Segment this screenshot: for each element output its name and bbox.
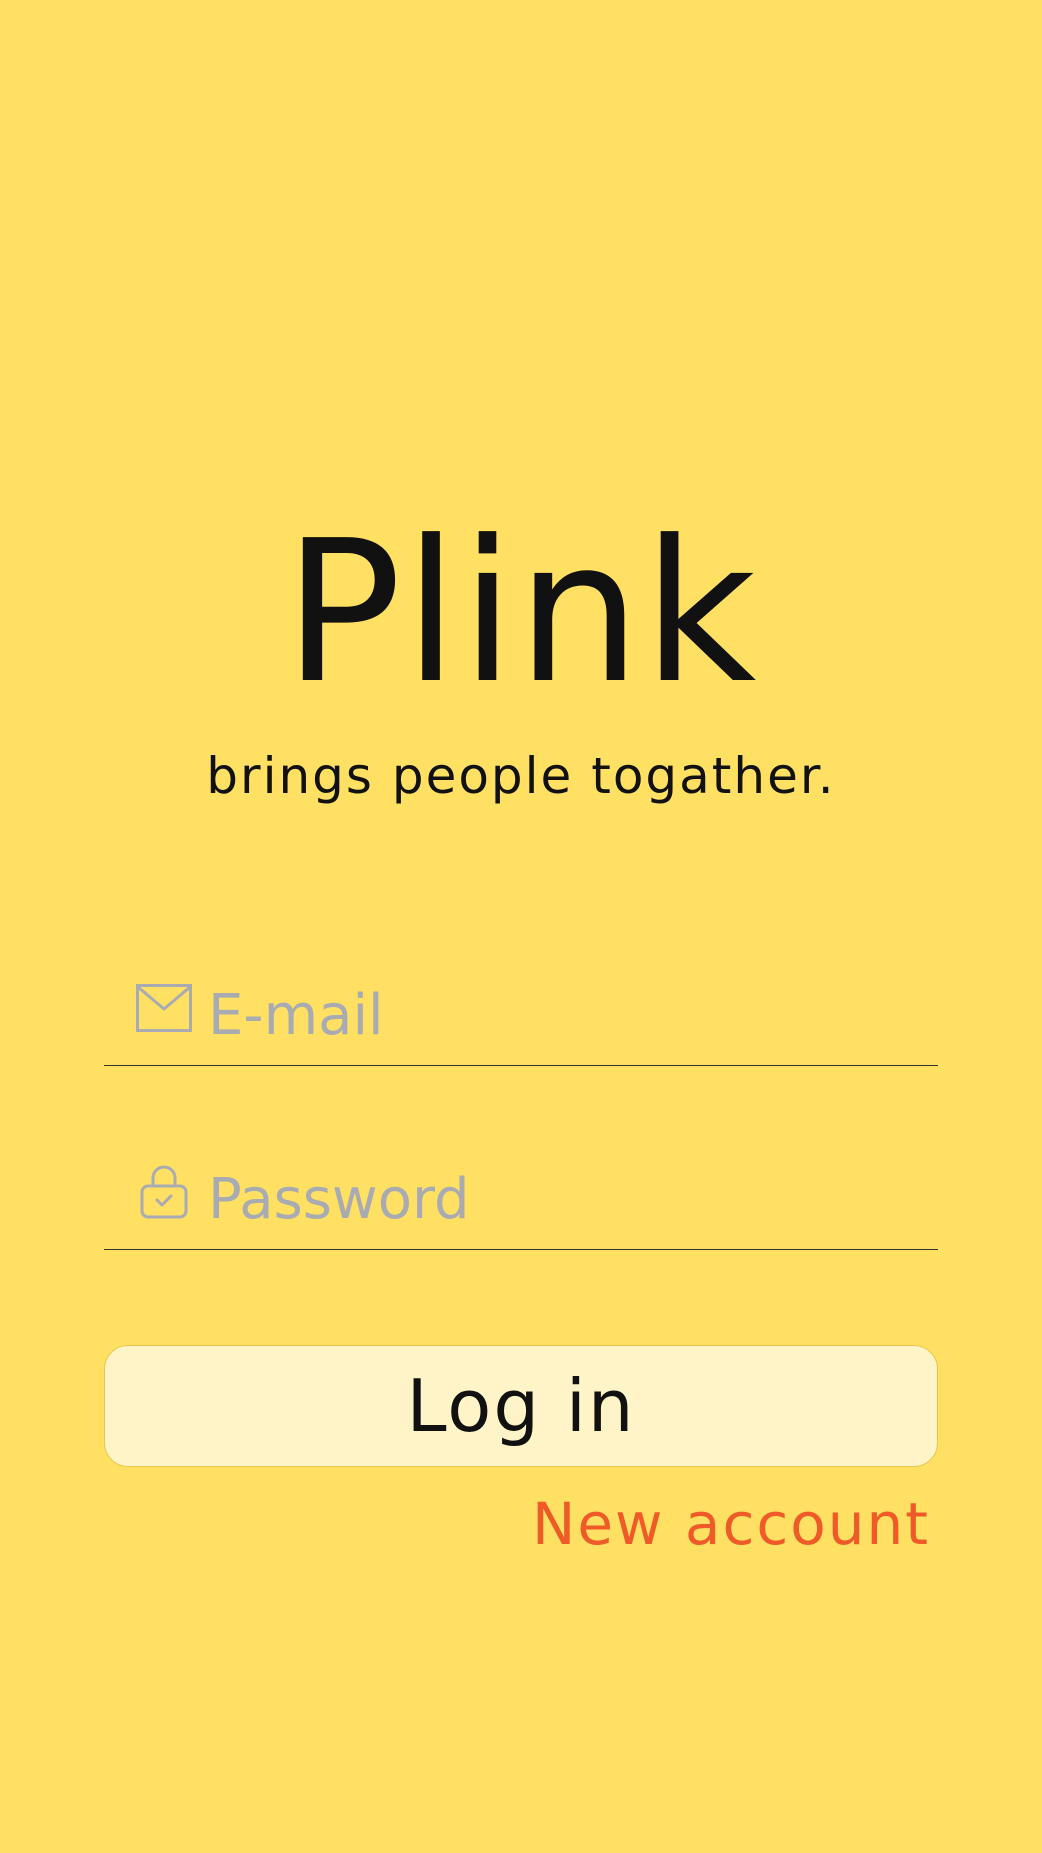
email-field (104, 956, 938, 1066)
password-field (104, 1140, 938, 1250)
brand-header: Plink brings people togather. (0, 515, 1042, 801)
password-underline (104, 1248, 938, 1250)
password-input[interactable] (208, 1164, 928, 1234)
email-input[interactable] (208, 980, 928, 1050)
login-button-label: Log in (406, 1364, 636, 1448)
new-account-link[interactable]: New account (532, 1490, 930, 1560)
email-underline (104, 1064, 938, 1066)
login-screen: Plink brings people togather. Log in New… (0, 0, 1042, 1853)
app-logo-title: Plink (283, 499, 759, 727)
login-button[interactable]: Log in (104, 1345, 938, 1467)
envelope-icon (134, 978, 194, 1038)
lock-icon (134, 1162, 194, 1222)
app-tagline: brings people togather. (206, 747, 836, 805)
